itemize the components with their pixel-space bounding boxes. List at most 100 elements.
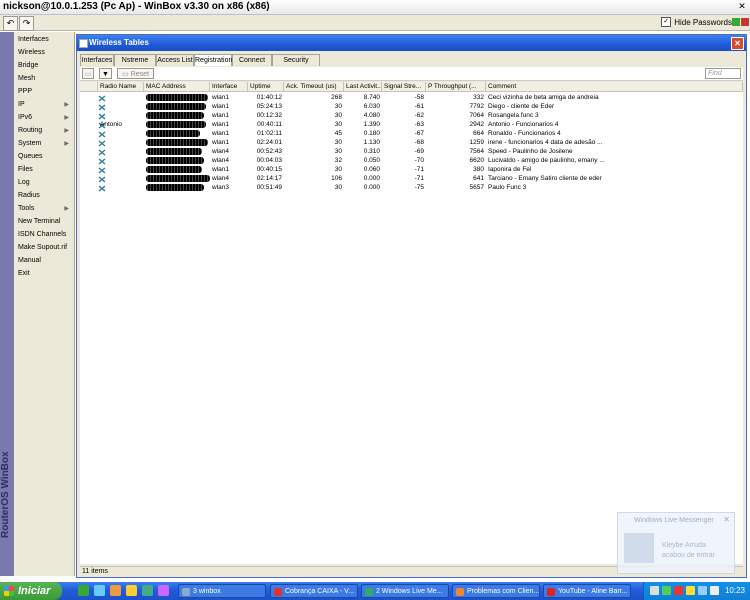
col-hdr-ack-timeout[interactable]: Ack. Timeout (us) <box>284 82 344 92</box>
filter-button[interactable]: ▼ <box>99 68 112 79</box>
taskbar-button[interactable]: Cobrança CAIXA - V... <box>270 584 358 598</box>
quicklaunch-icon[interactable] <box>142 585 153 596</box>
sidebar-item-system[interactable]: System ▶ <box>14 138 74 150</box>
sidebar-item-bridge[interactable]: Bridge <box>14 60 74 72</box>
chevron-right-icon: ▶ <box>64 128 69 134</box>
toast-close-icon[interactable]: ✕ <box>723 515 730 524</box>
table-row[interactable]: wlan1 01:40:12 268 8.740 -58 332 Ceci vizinha … <box>80 93 743 102</box>
cell-radio-name <box>98 138 144 147</box>
tab-connect-list[interactable]: Connect List <box>232 54 272 76</box>
taskbar-button[interactable]: Problemas com Clien... <box>452 584 540 598</box>
tray-icon[interactable] <box>662 586 671 595</box>
hide-passwords-checkbox[interactable]: ✓ <box>661 17 672 27</box>
redo-button[interactable]: ↷ <box>19 16 34 31</box>
cell-last-activity: 4.080 <box>363 112 380 119</box>
quicklaunch-icon[interactable] <box>158 585 169 596</box>
minus-button[interactable]: ▭ <box>82 68 94 79</box>
window-close-button[interactable]: ✕ <box>731 37 744 50</box>
quicklaunch-icon[interactable] <box>78 585 89 596</box>
sidebar-item-files[interactable]: Files <box>14 164 74 176</box>
hide-passwords-toggle[interactable]: ✓ Hide Passwords <box>661 17 732 27</box>
undo-button[interactable]: ↶ <box>3 16 18 31</box>
tab-nstreme-dual[interactable]: Nstreme Dual <box>114 54 156 76</box>
col-hdr-uptime[interactable]: Uptime <box>248 82 284 92</box>
sidebar-item-ipv6[interactable]: IPv6 ▶ <box>14 112 74 124</box>
taskbar-button[interactable]: 3 winbox <box>178 584 266 598</box>
reset-button[interactable]: ▭ Reset <box>117 68 154 79</box>
toast-message: acabou de entrar <box>662 552 715 559</box>
sidebar-item-routing[interactable]: Routing ▶ <box>14 125 74 137</box>
cell-ack-timeout: 30 <box>334 139 342 146</box>
table-row[interactable]: wlan4 00:04:03 32 0.050 -70 6620 Lucivaldo - a… <box>80 156 743 165</box>
sidebar-item-ppp[interactable]: PPP <box>14 86 74 98</box>
table-row[interactable]: wlan1 02:24:01 30 1.130 -68 1259 irene - funci… <box>80 138 743 147</box>
table-row[interactable]: wlan4 02:14:17 106 0.000 -71 641 Tarciano - Em… <box>80 174 743 183</box>
col-hdr-radio-name[interactable]: Radio Name <box>98 82 144 92</box>
cell-last-activity: 0.050 <box>363 157 380 164</box>
tab-access-list[interactable]: Access List <box>156 54 194 66</box>
cell-radio-name <box>98 174 144 183</box>
cell-uptime: 00:51:49 <box>256 184 282 191</box>
taskbar-button[interactable]: 2 Windows Live Me... <box>361 584 449 598</box>
redacted-mac-address <box>146 103 206 110</box>
hide-passwords-label: Hide Passwords <box>674 17 732 27</box>
quicklaunch-icon[interactable] <box>126 585 137 596</box>
col-hdr-p-throughput[interactable]: P Throughput (... <box>426 82 486 92</box>
table-row[interactable]: wlan1 01:02:11 45 0.180 -67 664 Ronaldo - Func… <box>80 129 743 138</box>
cell-interface: wlan1 <box>212 103 229 110</box>
sidebar-item-mesh[interactable]: Mesh <box>14 73 74 85</box>
quicklaunch-icon[interactable] <box>110 585 121 596</box>
sidebar-item-radius[interactable]: Radius <box>14 190 74 202</box>
start-button[interactable]: Iniciar <box>0 582 62 600</box>
table-row[interactable]: wlan4 00:52:43 30 0.310 -69 7564 Speed - Pauli… <box>80 147 743 156</box>
col-hdr-last-activity[interactable]: Last Activit... <box>344 82 382 92</box>
cell-uptime: 00:04:03 <box>256 157 282 164</box>
status-red-icon <box>741 18 749 26</box>
cell-interface: wlan1 <box>212 166 229 173</box>
sidebar-item-exit[interactable]: Exit <box>14 268 74 280</box>
tray-icon[interactable] <box>686 586 695 595</box>
sidebar-item-new-terminal[interactable]: New Terminal <box>14 216 74 228</box>
sidebar-item-log[interactable]: Log <box>14 177 74 189</box>
sidebar-item-label: Radius <box>18 192 40 199</box>
col-hdr-comment[interactable]: Comment <box>486 82 743 92</box>
tab-registration[interactable]: Registration <box>194 54 232 66</box>
col-hdr-mac-address[interactable]: MAC Address <box>144 82 210 92</box>
sidebar-item-make-supout-rif[interactable]: Make Supout.rif <box>14 242 74 254</box>
table-row[interactable]: wlan1 00:40:15 30 0.060 -71 380 Iaponira de Fe… <box>80 165 743 174</box>
sidebar-item-isdn-channels[interactable]: ISDN Channels <box>14 229 74 241</box>
col-hdr-blank[interactable] <box>80 82 98 92</box>
avatar <box>624 533 654 563</box>
sidebar-item-label: Exit <box>18 270 30 277</box>
cell-radio-name: Antonio <box>100 121 123 128</box>
taskbar: Iniciar 3 winbox Cobrança CAIXA - V... 2 W… <box>0 582 750 600</box>
speaker-icon[interactable] <box>710 586 719 595</box>
sidebar-item-manual[interactable]: Manual <box>14 255 74 267</box>
messenger-notification[interactable]: Windows Live Messenger ✕ Kleybe Arruda a… <box>617 512 735 574</box>
close-icon[interactable]: ✕ <box>737 1 747 11</box>
redacted-mac-address <box>146 121 206 128</box>
cell-last-activity: 1.130 <box>363 139 380 146</box>
find-input[interactable]: Find <box>705 68 741 79</box>
table-row[interactable]: wlan1 00:12:32 30 4.080 -62 7064 Rosangela fun… <box>80 111 743 120</box>
col-hdr-signal-strength[interactable]: Signal Stre... <box>382 82 426 92</box>
sidebar-item-wireless[interactable]: Wireless <box>14 47 74 59</box>
table-row[interactable]: Antonio wlan1 00:40:11 30 1.390 -63 2942 Antoni… <box>80 120 743 129</box>
quicklaunch-icon[interactable] <box>94 585 105 596</box>
tray-icon[interactable] <box>674 586 683 595</box>
cell-ack-timeout: 30 <box>334 112 342 119</box>
sidebar-item-tools[interactable]: Tools ▶ <box>14 203 74 215</box>
sidebar-item-interfaces[interactable]: Interfaces <box>14 34 74 46</box>
sidebar-item-ip[interactable]: IP ▶ <box>14 99 74 111</box>
tab-security-profiles[interactable]: Security Profiles <box>272 54 320 76</box>
table-row[interactable]: wlan1 05:24:13 30 6.030 -61 7792 Diego - clien… <box>80 102 743 111</box>
table-row[interactable]: wlan3 00:51:49 30 0.000 -75 5657 Paulo Func 3 <box>80 183 743 192</box>
window-title-bar[interactable]: Wireless Tables ✕ <box>77 35 746 51</box>
col-hdr-interface[interactable]: Interface <box>210 82 248 92</box>
tray-icon[interactable] <box>650 586 659 595</box>
sidebar-item-queues[interactable]: Queues <box>14 151 74 163</box>
tray-icon[interactable] <box>698 586 707 595</box>
taskbar-button[interactable]: YouTube - Aline Barr... <box>543 584 631 598</box>
cell-interface: wlan1 <box>212 112 229 119</box>
tab-interfaces[interactable]: Interfaces <box>80 54 114 66</box>
